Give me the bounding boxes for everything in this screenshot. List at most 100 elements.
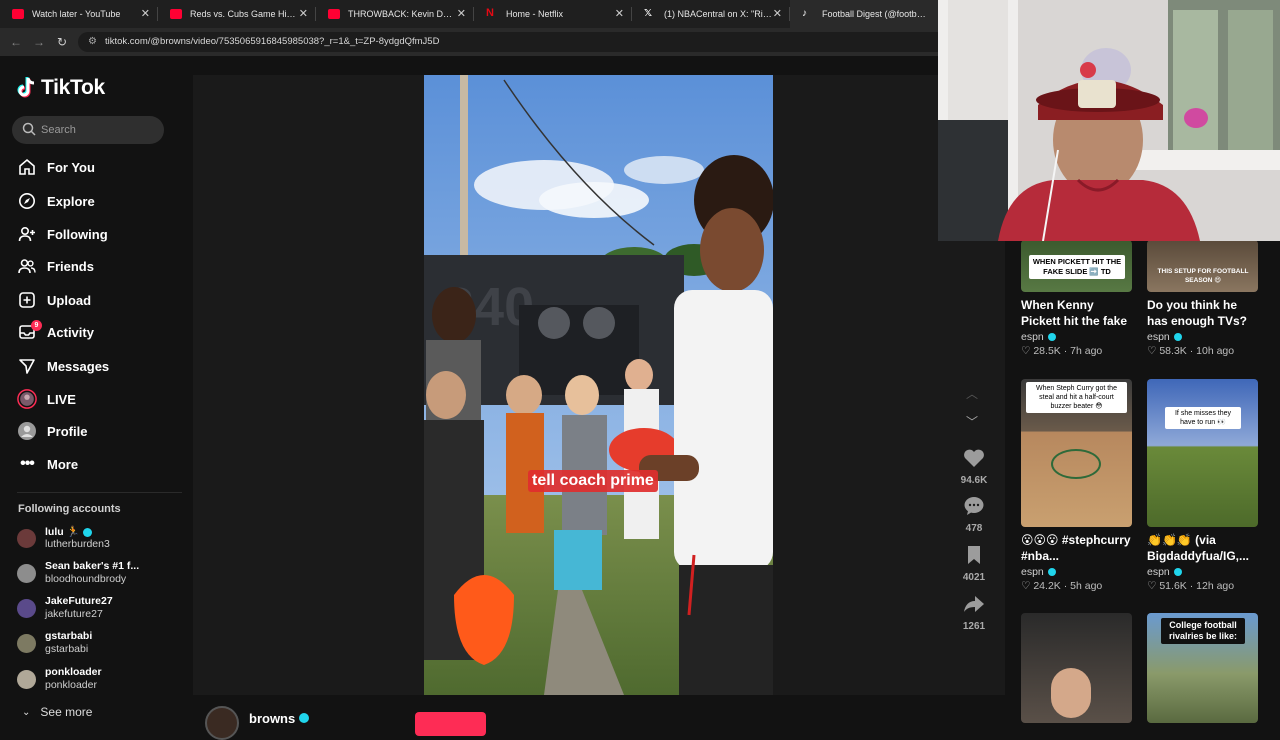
video-thumbnail[interactable]: If she misses they have to run 👀 xyxy=(1147,379,1258,527)
author-name[interactable]: browns xyxy=(249,711,295,726)
nav-label: Messages xyxy=(47,358,110,374)
browser-tab[interactable]: Reds vs. Cubs Game Highlights ✕ xyxy=(158,0,316,28)
youtube-favicon-icon xyxy=(12,9,24,19)
following-account[interactable]: JakeFuture27 jakefuture27 xyxy=(17,595,187,623)
url-text: tiktok.com/@browns/video/753506591684598… xyxy=(105,36,440,47)
see-more-button[interactable]: ⌄ See more xyxy=(22,705,92,719)
video-thumbnail[interactable]: WHEN PICKETT HIT THE FAKE SLIDE ➡️ TD xyxy=(1021,240,1132,292)
reload-icon[interactable]: ↻ xyxy=(57,35,67,49)
verified-badge-icon xyxy=(82,527,92,537)
tiktok-logo[interactable]: TikTok xyxy=(17,76,105,100)
video-card[interactable]: THIS SETUP FOR FOOTBALL SEASON 😄 Do you … xyxy=(1147,240,1258,357)
tab-close-icon[interactable]: ✕ xyxy=(299,7,308,20)
nav-for-you[interactable]: For You xyxy=(17,155,187,179)
nav-activity[interactable]: 9 Activity xyxy=(17,320,187,344)
account-handle: ponkloader xyxy=(45,679,97,691)
tab-close-icon[interactable]: ✕ xyxy=(615,7,624,20)
tab-title: Football Digest (@football_d xyxy=(822,9,930,19)
heart-outline-icon: ♡ xyxy=(1021,345,1031,357)
video-card[interactable] xyxy=(1021,613,1132,723)
browser-tab[interactable]: N Home - Netflix ✕ xyxy=(474,0,632,28)
tab-close-icon[interactable]: ✕ xyxy=(773,7,782,20)
search-box[interactable] xyxy=(12,116,164,144)
nav-more[interactable]: ••• More xyxy=(17,452,187,476)
video-frame[interactable]: 240 xyxy=(424,75,773,695)
next-video-icon[interactable]: ﹀ xyxy=(966,413,978,430)
inbox-icon: 9 xyxy=(17,320,42,342)
save-count: 4021 xyxy=(962,572,986,583)
avatar xyxy=(17,564,36,583)
tiktok-wordmark: TikTok xyxy=(41,76,105,99)
follow-button[interactable] xyxy=(415,712,486,736)
tab-title: Home - Netflix xyxy=(506,9,564,19)
webcam-image xyxy=(938,0,1280,241)
following-account[interactable]: lulu 🏃 lutherburden3 xyxy=(17,525,187,553)
like-button[interactable]: 94.6K xyxy=(958,448,990,486)
verified-badge-icon xyxy=(1047,333,1056,341)
video-card[interactable]: WHEN PICKETT HIT THE FAKE SLIDE ➡️ TD Wh… xyxy=(1021,240,1132,357)
account-handle: jakefuture27 xyxy=(45,608,103,620)
person-plus-icon xyxy=(17,224,37,244)
nav-label: Upload xyxy=(47,292,92,308)
x-favicon-icon: 𝕏 xyxy=(644,8,653,19)
comment-icon xyxy=(964,497,984,515)
video-author[interactable]: espn xyxy=(1147,331,1258,343)
chevron-down-icon: ⌄ xyxy=(22,706,31,718)
video-title: Do you think he has enough TVs? 🤔 (vi... xyxy=(1147,298,1248,328)
browser-tab[interactable]: THROWBACK: Kevin Durant Co ✕ xyxy=(316,0,474,28)
author-avatar[interactable] xyxy=(205,706,239,740)
browser-tab[interactable]: 𝕏 (1) NBACentral on X: "Richard J ✕ xyxy=(632,0,790,28)
following-account[interactable]: Sean baker's #1 f... bloodhoundbrody xyxy=(17,560,187,588)
notification-badge: 9 xyxy=(31,320,42,331)
site-info-icon[interactable]: ⚙ xyxy=(88,36,97,47)
see-more-label: See more xyxy=(40,705,93,719)
profile-avatar-icon xyxy=(17,421,37,441)
thumbnail-face xyxy=(1051,668,1091,718)
home-icon xyxy=(17,157,37,177)
nav-following[interactable]: Following xyxy=(17,222,187,246)
nav-explore[interactable]: Explore xyxy=(17,189,187,213)
browser-tab[interactable]: Watch later - YouTube ✕ xyxy=(0,0,158,28)
search-input[interactable] xyxy=(41,121,156,139)
comment-button[interactable]: 478 xyxy=(958,496,990,534)
nav-messages[interactable]: Messages xyxy=(17,354,187,378)
thumbnail-overlay-text: College football rivalries be like: xyxy=(1161,618,1245,644)
tab-close-icon[interactable]: ✕ xyxy=(457,7,466,20)
video-thumbnail[interactable]: College football rivalries be like: xyxy=(1147,613,1258,723)
browser-tab-active[interactable]: ♪ Football Digest (@football_d xyxy=(790,0,948,28)
previous-video-icon[interactable]: ︿ xyxy=(966,385,978,402)
nav-profile[interactable]: Profile xyxy=(17,419,187,443)
video-card[interactable]: When Steph Curry got the steal and hit a… xyxy=(1021,379,1132,592)
bookmark-icon xyxy=(968,546,980,564)
back-arrow-icon[interactable]: ← xyxy=(10,35,22,49)
url-field[interactable]: ⚙ tiktok.com/@browns/video/7535065916845… xyxy=(78,32,1078,52)
avatar xyxy=(17,634,36,653)
video-thumbnail[interactable]: When Steph Curry got the steal and hit a… xyxy=(1021,379,1132,527)
video-card[interactable]: If she misses they have to run 👀 👏👏👏 (vi… xyxy=(1147,379,1258,592)
video-meta: ♡ 28.5K · 7h ago xyxy=(1021,345,1103,357)
following-account[interactable]: ponkloader ponkloader xyxy=(17,666,187,694)
video-caption-overlay: tell coach prime xyxy=(528,470,658,492)
tiktok-sidebar: TikTok For You Explore Following Friends xyxy=(0,56,193,720)
nav-live[interactable]: LIVE xyxy=(17,387,187,411)
video-thumbnail[interactable]: THIS SETUP FOR FOOTBALL SEASON 😄 xyxy=(1147,240,1258,292)
video-thumbnail[interactable] xyxy=(1021,613,1132,723)
video-author[interactable]: espn xyxy=(1021,566,1132,578)
account-name: ponkloader xyxy=(45,666,102,678)
nav-friends[interactable]: Friends xyxy=(17,254,187,278)
youtube-favicon-icon xyxy=(328,9,340,19)
video-author[interactable]: espn xyxy=(1147,566,1258,578)
nav-upload[interactable]: Upload xyxy=(17,288,187,312)
account-name: Sean baker's #1 f... xyxy=(45,560,140,572)
tab-title: (1) NBACentral on X: "Richard J xyxy=(664,9,772,19)
forward-arrow-icon[interactable]: → xyxy=(33,35,45,49)
tab-close-icon[interactable]: ✕ xyxy=(141,7,150,20)
verified-badge-icon xyxy=(1173,568,1182,576)
following-account[interactable]: gstarbabi gstarbabi xyxy=(17,630,187,658)
share-button[interactable]: 1261 xyxy=(958,594,990,632)
save-button[interactable]: 4021 xyxy=(958,545,990,583)
video-author[interactable]: espn xyxy=(1021,331,1132,343)
avatar xyxy=(17,599,36,618)
video-card[interactable]: College football rivalries be like: xyxy=(1147,613,1258,723)
nav-label: For You xyxy=(47,159,95,175)
